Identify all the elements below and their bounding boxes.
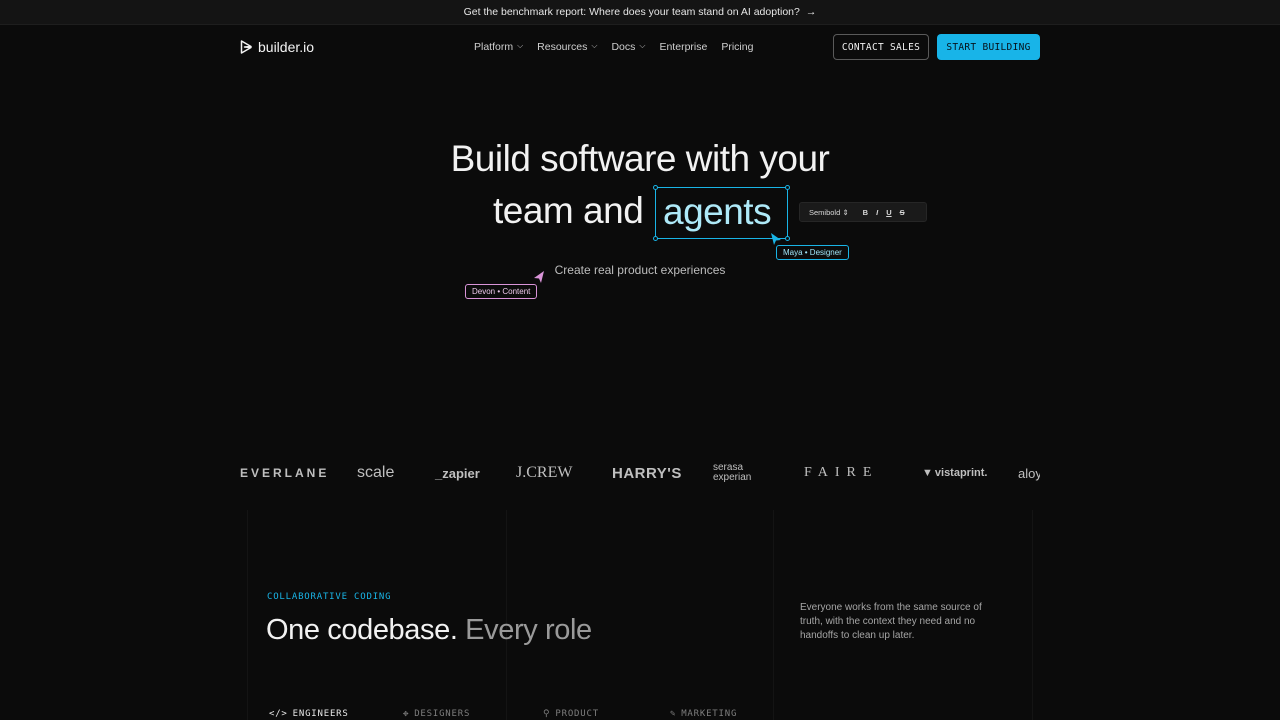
contact-sales-button[interactable]: CONTACT SALES	[833, 34, 929, 60]
everlane-logo: EVERLANE	[240, 466, 330, 480]
aloy-logo: aloy	[1018, 465, 1040, 481]
menu-platform-label: Platform	[474, 41, 514, 53]
tab-product-label: PRODUCT	[555, 709, 599, 719]
section-description: Everyone works from the same source of t…	[800, 602, 982, 641]
chevron-down-icon: ⌵	[639, 41, 646, 50]
jcrew-logo: J.CREW	[516, 464, 573, 481]
chevron-down-icon: ⌵	[591, 41, 598, 50]
tab-product[interactable]: ⚲ PRODUCT	[543, 709, 599, 719]
font-weight-label: Semibold	[809, 207, 841, 217]
scale-logo: scale	[357, 464, 395, 481]
italic-button[interactable]: I	[876, 208, 878, 217]
menu-pricing[interactable]: Pricing	[721, 41, 753, 53]
vistaprint-logo: ▼ vistaprint.	[922, 455, 987, 491]
strikethrough-button[interactable]: S	[900, 208, 905, 217]
menu-enterprise[interactable]: Enterprise	[659, 41, 707, 53]
design-icon: ✥	[403, 709, 410, 719]
underline-button[interactable]: U	[886, 208, 891, 217]
collaborator-tag-devon: Devon • Content	[465, 284, 538, 299]
resize-handle[interactable]	[653, 236, 658, 241]
serasa-logo-line2: experian	[713, 472, 752, 483]
tab-marketing-label: MARKETING	[681, 709, 738, 719]
menu-resources-label: Resources	[537, 41, 588, 53]
vistaprint-mark-icon: ▼	[922, 467, 933, 479]
resize-handle[interactable]	[785, 185, 790, 190]
bold-button[interactable]: B	[863, 208, 868, 217]
menu-enterprise-label: Enterprise	[659, 41, 708, 53]
resize-handle[interactable]	[653, 185, 658, 190]
tab-designers-label: DESIGNERS	[414, 709, 471, 719]
logo-text: builder.io	[258, 39, 315, 55]
builder-logo-icon	[240, 40, 252, 54]
chevron-down-icon: ⌵	[517, 41, 524, 50]
menu-resources[interactable]: Resources ⌵	[537, 41, 597, 53]
tab-designers[interactable]: ✥ DESIGNERS	[403, 709, 470, 719]
customer-logo-strip: EVERLANE scale _zapier J.CREW HARRY'S se…	[240, 455, 1040, 491]
menu-docs[interactable]: Docs ⌵	[611, 41, 645, 53]
top-nav: builder.io Platform ⌵ Resources ⌵ Docs ⌵…	[240, 34, 1040, 60]
menu-pricing-label: Pricing	[721, 41, 754, 53]
start-building-button[interactable]: START BUILDING	[937, 34, 1040, 60]
section-title-part2: Every role	[465, 614, 592, 646]
harrys-logo: HARRY'S	[612, 464, 682, 482]
product-icon: ⚲	[543, 709, 551, 719]
section-title-part1: One codebase.	[266, 614, 458, 646]
section-eyebrow: COLLABORATIVE CODING	[267, 592, 392, 602]
resize-handle[interactable]	[785, 236, 790, 241]
menu-docs-label: Docs	[611, 41, 636, 53]
vistaprint-logo-text: vistaprint.	[934, 467, 988, 479]
collaborator-tag-maya: Maya • Designer	[776, 245, 849, 260]
zapier-logo: _zapier	[435, 465, 480, 481]
grid-line	[1032, 510, 1033, 720]
font-weight-select[interactable]: Semibold ⇕	[809, 208, 849, 217]
serasa-experian-logo: serasa experian	[713, 455, 751, 491]
grid-line	[247, 510, 248, 720]
section-title: One codebase. Every role	[266, 614, 592, 647]
faire-logo: FAIRE	[804, 465, 879, 480]
cursor-pointer-icon	[771, 233, 781, 245]
pencil-icon: ✎	[670, 709, 677, 719]
tab-engineers-label: ENGINEERS	[292, 709, 349, 719]
hero-highlight-word: agents	[663, 191, 772, 232]
tab-engineers[interactable]: </> ENGINEERS	[269, 709, 349, 719]
menu-platform[interactable]: Platform ⌵	[474, 41, 523, 53]
main-menu: Platform ⌵ Resources ⌵ Docs ⌵ Enterprise…	[474, 34, 753, 60]
hero-subtitle: Create real product experiences	[554, 263, 726, 277]
tab-marketing[interactable]: ✎ MARKETING	[670, 709, 737, 719]
code-icon: </>	[269, 709, 288, 719]
selected-text-box[interactable]: agents	[653, 185, 790, 241]
text-format-toolbar: Semibold ⇕ B I U S	[799, 202, 927, 222]
hero-title-line2: team and	[493, 190, 644, 231]
hero-title-line1: Build software with your	[450, 138, 830, 179]
up-down-icon: ⇕	[842, 207, 849, 217]
arrow-right-icon: →	[805, 6, 817, 18]
logo[interactable]: builder.io	[240, 39, 314, 55]
banner-text[interactable]: Get the benchmark report: Where does you…	[464, 6, 800, 18]
grid-line	[773, 510, 774, 720]
announcement-banner[interactable]: Get the benchmark report: Where does you…	[0, 0, 1280, 25]
